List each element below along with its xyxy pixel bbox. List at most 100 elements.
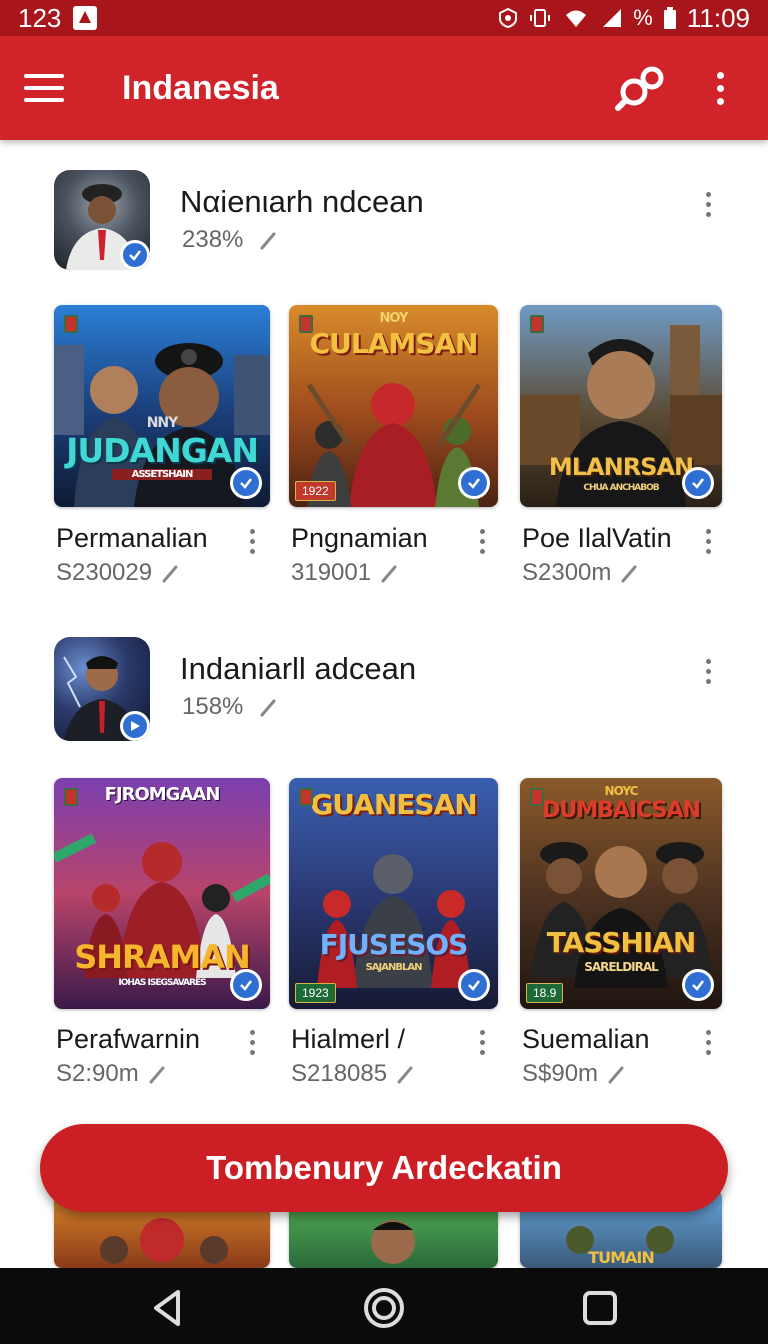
media-card[interactable]: FJROMGAAN SHRAMAN IOHAS ISEGSAVARES Pera… (54, 778, 270, 1087)
poster-top-text: GUANESAN (310, 788, 477, 821)
verified-check-icon (230, 969, 262, 1001)
poster-top-text: DUMBAICSAN (542, 798, 701, 823)
media-poster[interactable]: GUANESAN FJUSESOS SAJANBLAN 1923 (289, 778, 498, 1009)
menu-icon[interactable] (24, 64, 72, 112)
card-title: Perafwarnin (56, 1024, 201, 1054)
page-title: Indanesia (122, 68, 279, 107)
poster-title: TASSHIAN (546, 926, 697, 959)
verified-check-icon (458, 467, 490, 499)
status-time: 11:09 (686, 2, 750, 33)
notification-app-icon (73, 6, 98, 30)
poster-subtitle: ASSETSHAIN (112, 469, 212, 480)
pencil-icon (621, 565, 637, 583)
battery-percent: % (633, 5, 653, 30)
poster-corner-mark (530, 788, 544, 806)
channel-meta: 238% (182, 226, 278, 254)
home-icon[interactable] (362, 1286, 406, 1330)
card-more-icon[interactable] (698, 529, 718, 559)
more-vertical-icon[interactable] (700, 66, 740, 110)
card-meta-value: S218085 (291, 1060, 388, 1087)
card-meta-value: S$90m (522, 1060, 599, 1087)
poster-tag: 1922 (295, 481, 336, 501)
play-icon[interactable] (120, 711, 150, 741)
media-poster[interactable]: NNY JUDANGAN ASSETSHAIN (54, 305, 270, 507)
system-nav-bar (0, 1268, 768, 1344)
pencil-icon (608, 1066, 624, 1084)
card-meta: S2:90m (56, 1060, 167, 1088)
pencil-icon (397, 1066, 413, 1084)
primary-action-button[interactable]: Tombenury Ardeckatin (40, 1124, 728, 1212)
card-more-icon[interactable] (472, 1030, 492, 1060)
card-title: Permanalian (56, 523, 208, 553)
media-card[interactable]: GUANESAN FJUSESOS SAJANBLAN 1923 Hialmer… (289, 778, 498, 1087)
search-icon[interactable] (612, 62, 668, 114)
media-card[interactable]: MLANRSAN CHUA ANCHABOB Poe IlalVatin S23… (520, 305, 722, 586)
verified-check-icon (682, 467, 714, 499)
channel-more-icon[interactable] (694, 192, 722, 228)
card-meta: 319001 (291, 559, 399, 587)
verified-check-icon (120, 240, 150, 270)
poster-kicker-text: NOYC (604, 784, 639, 798)
card-title: Hialmerl / (291, 1024, 406, 1054)
poster-corner-mark (64, 788, 78, 806)
vibrate-icon (530, 9, 551, 27)
signal-icon (603, 9, 622, 27)
card-more-icon[interactable] (242, 1030, 262, 1060)
card-more-icon[interactable] (698, 1030, 718, 1060)
card-meta-value: S230029 (56, 559, 153, 586)
media-poster[interactable]: MLANRSAN CHUA ANCHABOB (520, 305, 722, 507)
channel-meta: 158% (182, 693, 278, 721)
poster-tag: 1923 (295, 983, 336, 1003)
wifi-icon (566, 10, 587, 27)
media-poster[interactable]: NOYC DUMBAICSAN TASSHIAN SARELDIRAL 18.9 (520, 778, 722, 1009)
channel-meta-value: 158% (182, 693, 244, 720)
app-bar: Indanesia (0, 36, 768, 140)
card-meta-value: S2:90m (56, 1060, 139, 1087)
card-more-icon[interactable] (472, 529, 492, 559)
pencil-icon (381, 565, 397, 583)
media-poster[interactable]: FJROMGAAN SHRAMAN IOHAS ISEGSAVARES (54, 778, 270, 1009)
card-meta: S2300m (522, 559, 639, 587)
verified-check-icon (682, 969, 714, 1001)
poster-title: JUDANGAN (66, 431, 259, 470)
poster-top-text: NOY (379, 311, 409, 326)
poster-title: CULAMSAN (309, 327, 479, 360)
poster-corner-mark (299, 788, 313, 806)
poster-top-text: NNY (146, 415, 179, 431)
battery-icon (663, 7, 676, 29)
poster-title: FJUSESOS (319, 928, 469, 961)
poster-top-text: FJROMGAAN (104, 784, 221, 805)
channel-avatar[interactable] (54, 170, 150, 270)
poster-tag: 18.9 (526, 983, 564, 1003)
channel-meta-value: 238% (182, 226, 244, 253)
media-card[interactable]: NNY JUDANGAN ASSETSHAIN Permanalian S230… (54, 305, 270, 586)
card-title: Poe IlalVatin (522, 523, 672, 553)
poster-corner-mark (530, 315, 544, 333)
media-card[interactable]: NOYC DUMBAICSAN TASSHIAN SARELDIRAL 18.9… (520, 778, 722, 1087)
channel-avatar[interactable] (54, 637, 150, 741)
media-poster[interactable]: NOY CULAMSAN 1922 (289, 305, 498, 507)
pencil-icon (260, 699, 276, 717)
status-left-text: 123 (18, 2, 62, 33)
pencil-icon (162, 565, 178, 583)
poster-title: TUMAIN (588, 1248, 655, 1267)
card-meta: S$90m (522, 1060, 626, 1088)
card-meta: S230029 (56, 559, 180, 587)
status-bar: 123 % 11:09 (0, 0, 768, 36)
pencil-icon (149, 1066, 165, 1084)
channel-more-icon[interactable] (694, 659, 722, 695)
channel-header[interactable]: Nαienιarh ndcean 238% (0, 170, 768, 280)
recents-icon[interactable] (578, 1286, 622, 1330)
verified-check-icon (230, 467, 262, 499)
channel-header[interactable]: Indaniarll adcean 158% (0, 637, 768, 747)
card-title: Suemalian (522, 1024, 650, 1054)
poster-corner-mark (64, 315, 78, 333)
vpn-icon (499, 7, 518, 29)
back-icon[interactable] (146, 1286, 190, 1330)
channel-title: Nαienιarh ndcean (180, 184, 424, 219)
pencil-icon (260, 232, 276, 250)
card-meta-value: 319001 (291, 559, 372, 586)
channel-title: Indaniarll adcean (180, 651, 417, 686)
card-more-icon[interactable] (242, 529, 262, 559)
media-card[interactable]: NOY CULAMSAN 1922 Pngnamian 319001 (289, 305, 498, 586)
